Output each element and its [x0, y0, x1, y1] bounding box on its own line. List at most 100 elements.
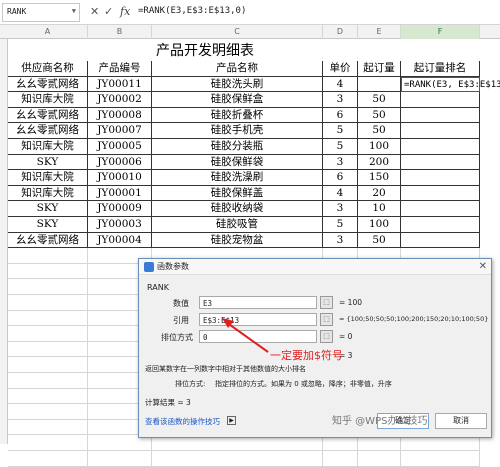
table-cell[interactable]: 幺幺零贰网络 — [8, 123, 88, 139]
table-cell[interactable]: 硅胶收纳袋 — [152, 201, 323, 217]
table-cell[interactable]: JY00003 — [88, 217, 152, 233]
table-cell[interactable]: 知识库大院 — [8, 92, 88, 108]
table-cell[interactable]: JY00002 — [88, 92, 152, 108]
header-cell[interactable]: 产品编号 — [88, 61, 152, 77]
fx-icon[interactable]: fx — [120, 5, 130, 18]
empty-cell[interactable] — [88, 451, 152, 467]
table-cell[interactable]: 3 — [323, 201, 358, 217]
empty-cell[interactable] — [8, 404, 88, 420]
table-cell[interactable]: JY00001 — [88, 185, 152, 202]
play-icon[interactable]: ▶ — [227, 416, 236, 425]
table-cell[interactable]: 4 — [323, 185, 358, 202]
table-cell[interactable] — [401, 217, 480, 233]
table-cell[interactable]: SKY — [8, 154, 88, 171]
table-cell[interactable]: JY00009 — [88, 201, 152, 217]
header-cell[interactable]: 单价 — [323, 61, 358, 77]
table-cell[interactable]: SKY — [8, 201, 88, 217]
arg-input-ref[interactable]: E$3:E$13 — [199, 313, 317, 326]
table-cell[interactable] — [401, 139, 480, 155]
table-cell[interactable]: 硅胶折叠杯 — [152, 107, 323, 124]
empty-cell[interactable] — [8, 451, 88, 467]
table-cell[interactable]: 5 — [323, 123, 358, 139]
table-cell[interactable]: 3 — [323, 232, 358, 249]
table-cell[interactable]: 50 — [358, 92, 401, 108]
table-cell[interactable] — [401, 92, 480, 108]
table-cell[interactable]: SKY — [8, 217, 88, 233]
column-header[interactable]: B — [88, 25, 152, 39]
table-cell[interactable]: 硅胶吸管 — [152, 217, 323, 233]
table-cell[interactable]: 10 — [358, 201, 401, 217]
table-cell[interactable]: 20 — [358, 185, 401, 202]
table-cell[interactable]: 5 — [323, 139, 358, 155]
row-headers[interactable] — [0, 39, 8, 444]
empty-cell[interactable] — [8, 373, 88, 389]
cancel-button[interactable]: 取消 — [435, 413, 487, 429]
table-cell[interactable]: 6 — [323, 170, 358, 186]
empty-cell[interactable] — [8, 248, 88, 264]
empty-cell[interactable] — [8, 279, 88, 295]
table-cell[interactable]: JY00006 — [88, 154, 152, 171]
table-cell[interactable]: 知识库大院 — [8, 185, 88, 202]
table-cell[interactable]: 硅胶保鲜盒 — [152, 92, 323, 108]
table-cell[interactable]: JY00011 — [88, 76, 152, 93]
table-cell[interactable]: 硅胶分装瓶 — [152, 139, 323, 155]
table-cell[interactable]: 150 — [358, 170, 401, 186]
table-cell[interactable] — [358, 76, 401, 93]
range-select-icon[interactable]: ⬚ — [320, 313, 333, 326]
table-cell[interactable]: 50 — [358, 107, 401, 124]
table-cell[interactable]: 3 — [323, 92, 358, 108]
empty-cell[interactable] — [8, 357, 88, 373]
table-cell[interactable]: 硅胶洗澡刷 — [152, 170, 323, 186]
table-cell[interactable]: 3 — [323, 154, 358, 171]
empty-cell[interactable] — [323, 451, 358, 467]
table-cell[interactable]: 100 — [358, 139, 401, 155]
header-cell[interactable]: 供应商名称 — [8, 61, 88, 77]
table-cell[interactable]: 知识库大院 — [8, 170, 88, 186]
column-header[interactable]: C — [152, 25, 323, 39]
arg-input-number[interactable]: E3 — [199, 296, 317, 309]
help-link[interactable]: 查看该函数的操作技巧 — [145, 416, 220, 427]
chevron-down-icon[interactable]: ▼ — [72, 7, 76, 15]
table-cell[interactable]: JY00010 — [88, 170, 152, 186]
column-header[interactable]: D — [323, 25, 358, 39]
table-cell[interactable]: 知识库大院 — [8, 139, 88, 155]
cancel-icon[interactable]: ✕ — [90, 5, 99, 18]
header-cell[interactable]: 产品名称 — [152, 61, 323, 77]
table-cell[interactable]: 硅胶洗头刷 — [152, 76, 323, 93]
table-cell[interactable]: 幺幺零贰网络 — [8, 76, 88, 93]
table-cell[interactable]: 4 — [323, 76, 358, 93]
table-cell[interactable] — [401, 170, 480, 186]
empty-cell[interactable] — [8, 263, 88, 280]
table-cell[interactable]: 5 — [323, 217, 358, 233]
table-cell[interactable]: 硅胶宠物盆 — [152, 232, 323, 249]
table-cell[interactable] — [401, 154, 480, 171]
empty-cell[interactable] — [8, 295, 88, 311]
confirm-icon[interactable]: ✓ — [104, 5, 113, 18]
column-header[interactable]: A — [8, 25, 88, 39]
header-cell[interactable]: 起订量排名 — [401, 61, 480, 77]
table-cell[interactable]: 50 — [358, 232, 401, 249]
table-cell[interactable]: =RANK(E3, E$3:E$13, 0) — [401, 76, 500, 93]
table-cell[interactable] — [401, 107, 480, 124]
range-select-icon[interactable]: ⬚ — [320, 296, 333, 309]
table-cell[interactable]: JY00004 — [88, 232, 152, 249]
empty-cell[interactable] — [8, 326, 88, 342]
table-cell[interactable]: 硅胶保鲜盖 — [152, 185, 323, 202]
range-select-icon[interactable]: ⬚ — [320, 330, 333, 343]
empty-cell[interactable] — [8, 310, 88, 327]
table-cell[interactable]: JY00007 — [88, 123, 152, 139]
table-cell[interactable]: 200 — [358, 154, 401, 171]
empty-cell[interactable] — [8, 419, 88, 436]
table-cell[interactable] — [401, 232, 480, 249]
table-cell[interactable]: 100 — [358, 217, 401, 233]
empty-cell[interactable] — [358, 451, 401, 467]
table-cell[interactable]: JY00005 — [88, 139, 152, 155]
column-header[interactable]: F — [401, 25, 480, 39]
column-header[interactable]: E — [358, 25, 401, 39]
table-cell[interactable]: 50 — [358, 123, 401, 139]
empty-cell[interactable] — [8, 341, 88, 358]
table-cell[interactable]: 幺幺零贰网络 — [8, 232, 88, 249]
empty-cell[interactable] — [8, 435, 88, 451]
name-box[interactable]: RANK ▼ — [2, 3, 80, 22]
arg-input-order[interactable]: 0 — [199, 330, 317, 343]
